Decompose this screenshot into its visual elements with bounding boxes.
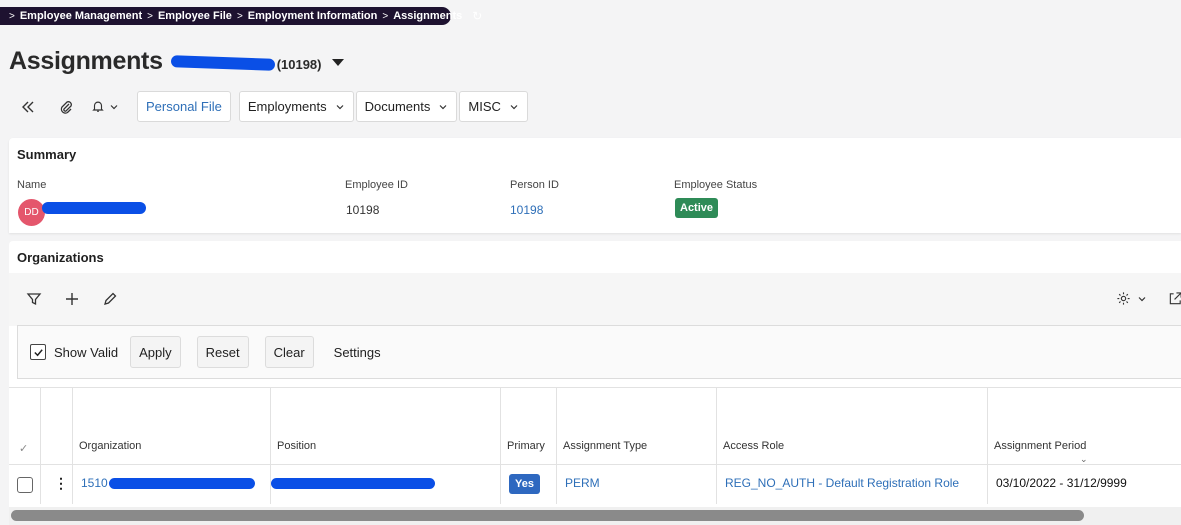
add-icon[interactable] xyxy=(64,291,82,309)
employments-label: Employments xyxy=(247,99,327,114)
primary-badge: Yes xyxy=(509,474,540,494)
breadcrumb-item-assignments: Assignments xyxy=(393,10,463,22)
documents-menu-button[interactable]: Documents xyxy=(355,91,458,122)
page-header: Assignments (10198) xyxy=(9,44,344,78)
refresh-icon[interactable]: ↻ xyxy=(472,9,482,23)
table-settings-menu[interactable] xyxy=(1116,291,1147,306)
edit-pencil-icon[interactable] xyxy=(102,291,120,309)
organization-link[interactable]: 1510 xyxy=(81,476,108,490)
paperclip-icon[interactable] xyxy=(47,91,85,122)
employee-id-label: Employee ID xyxy=(345,179,408,191)
horizontal-scrollbar[interactable] xyxy=(9,507,1181,525)
documents-label: Documents xyxy=(364,99,431,114)
chevron-right-icon: > xyxy=(236,10,243,22)
column-header-access-role[interactable]: Access Role xyxy=(723,440,784,452)
column-header-organization[interactable]: Organization xyxy=(79,440,141,452)
assignment-type-link[interactable]: PERM xyxy=(565,476,600,490)
show-valid-label: Show Valid xyxy=(54,344,119,360)
employee-status-label: Employee Status xyxy=(674,179,758,191)
organizations-title: Organizations xyxy=(17,250,104,265)
select-all-check-icon[interactable]: ✓ xyxy=(19,442,28,455)
filter-icon[interactable] xyxy=(26,291,44,309)
organizations-table: ✓ Organization Position Primary Assignme… xyxy=(9,387,1181,505)
breadcrumb-item-employee-management[interactable]: Employee Management xyxy=(20,10,142,22)
chevron-right-icon: > xyxy=(147,10,153,22)
chevron-down-icon xyxy=(336,104,344,109)
page-title: Assignments xyxy=(9,46,163,75)
scrollbar-thumb[interactable] xyxy=(11,510,1084,521)
header-divider xyxy=(9,464,1181,465)
summary-title: Summary xyxy=(17,147,77,162)
column-header-assignment-type[interactable]: Assignment Type xyxy=(563,440,647,452)
notifications-button[interactable] xyxy=(85,91,125,122)
assignment-period-value: 03/10/2022 - 31/12/9999 xyxy=(996,476,1127,490)
redacted-employee-name xyxy=(170,55,275,71)
clear-button[interactable]: Clear xyxy=(264,336,314,368)
settings-link[interactable]: Settings xyxy=(334,345,381,360)
breadcrumb: > Employee Management > Employee File > … xyxy=(0,7,482,25)
chevron-right-icon: > xyxy=(382,10,389,22)
column-header-primary[interactable]: Primary xyxy=(507,440,545,452)
avatar: DD xyxy=(18,199,45,226)
organizations-panel: Organizations Show Valid Apply Reset Cle… xyxy=(9,241,1181,525)
person-id-link[interactable]: 10198 xyxy=(510,203,543,217)
title-dropdown-caret-icon[interactable] xyxy=(331,58,344,66)
breadcrumb-item-employee-file[interactable]: Employee File xyxy=(158,10,232,22)
organizations-toolbar xyxy=(9,273,1181,326)
bell-icon xyxy=(92,101,104,112)
personal-file-label: Personal File xyxy=(146,99,222,114)
chevron-down-icon xyxy=(510,104,518,109)
misc-label: MISC xyxy=(468,99,501,114)
chevron-down-icon xyxy=(110,104,118,109)
page-toolbar: Personal File Employments Documents MISC xyxy=(9,91,528,122)
redacted-organization-name xyxy=(109,478,255,489)
redacted-name xyxy=(42,202,146,214)
export-icon[interactable] xyxy=(1168,291,1181,311)
status-badge: Active xyxy=(675,198,719,218)
chevron-down-icon xyxy=(1138,296,1146,301)
column-header-position[interactable]: Position xyxy=(277,440,316,452)
page-title-employee-id: (10198) xyxy=(276,56,322,72)
employments-menu-button[interactable]: Employments xyxy=(238,91,354,122)
collapse-double-chevron-icon[interactable] xyxy=(9,91,47,122)
person-id-label: Person ID xyxy=(510,179,559,191)
misc-menu-button[interactable]: MISC xyxy=(459,91,528,122)
row-select-checkbox[interactable] xyxy=(17,477,33,493)
checkmark-icon xyxy=(33,348,43,356)
chevron-down-icon xyxy=(439,104,447,109)
apply-button[interactable]: Apply xyxy=(130,336,181,368)
personal-file-button[interactable]: Personal File xyxy=(137,91,231,122)
chevron-right-icon: > xyxy=(9,10,15,22)
filter-bar: Show Valid Apply Reset Clear Settings xyxy=(17,325,1181,379)
redacted-position-name xyxy=(271,478,435,489)
name-label: Name xyxy=(17,179,47,191)
employee-id-value: 10198 xyxy=(346,203,380,217)
summary-panel: Summary Name DD Employee ID 10198 Person… xyxy=(9,138,1181,233)
gear-icon xyxy=(1117,292,1130,305)
breadcrumb-item-employment-information[interactable]: Employment Information xyxy=(248,10,378,22)
reset-button[interactable]: Reset xyxy=(196,336,249,368)
access-role-link[interactable]: REG_NO_AUTH - Default Registration Role xyxy=(725,476,959,490)
row-actions-kebab-icon[interactable]: ⋮ xyxy=(54,475,68,492)
show-valid-checkbox[interactable] xyxy=(30,344,46,360)
column-header-assignment-period[interactable]: Assignment Period xyxy=(994,440,1086,452)
